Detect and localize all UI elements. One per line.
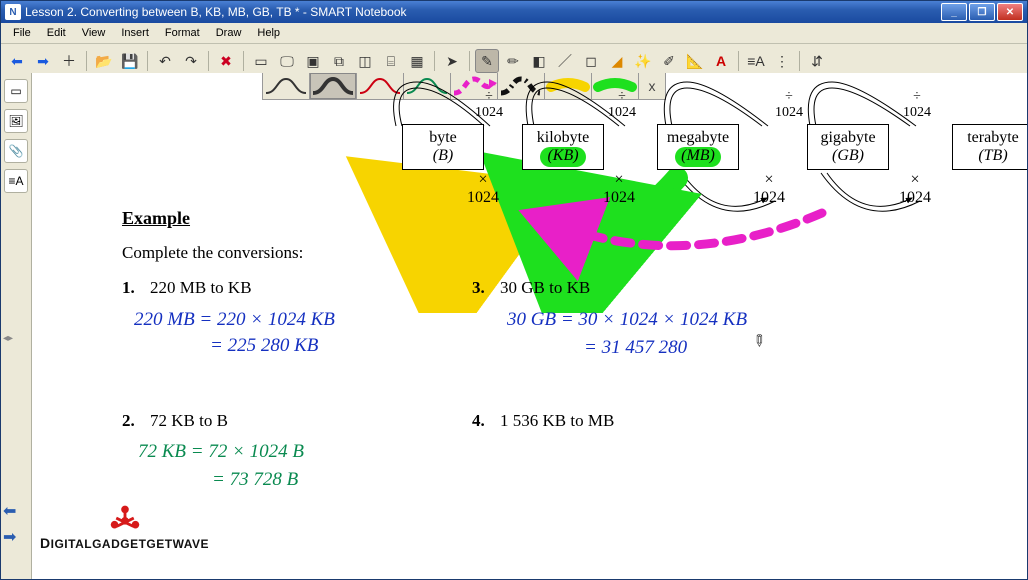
menu-file[interactable]: File <box>5 25 39 41</box>
q2-working-line1: 72 KB = 72 × 1024 B <box>138 441 304 463</box>
eraser-tool[interactable]: ◧ <box>527 49 551 73</box>
divide-label-3: ÷1024 <box>762 89 816 121</box>
q3-working-line1: 30 GB = 30 × 1024 × 1024 KB <box>507 309 747 331</box>
divide-label-4: ÷1024 <box>890 89 944 121</box>
menu-bar: File Edit View Insert Format Draw Help <box>1 23 1027 44</box>
example-subheading: Complete the conversions: <box>122 243 303 263</box>
q1-working-line2: = 225 280 KB <box>210 335 318 357</box>
multiply-label-3: ×1024 <box>742 171 796 207</box>
attachments-tab[interactable]: 📎 <box>4 139 28 163</box>
properties-tab[interactable]: ≡A <box>4 169 28 193</box>
prev-page-arrow-icon[interactable]: ⬅ <box>3 501 27 519</box>
page-sorter-tab[interactable]: ▭ <box>4 79 28 103</box>
doc-camera-button[interactable]: ◫ <box>353 49 377 73</box>
window-title: Lesson 2. Converting between B, KB, MB, … <box>25 5 407 19</box>
creative-pen-tool[interactable]: ✏ <box>501 49 525 73</box>
menu-edit[interactable]: Edit <box>39 25 74 41</box>
add-page-button[interactable]: ＋ <box>57 49 81 73</box>
watermark-text: IGITALGADGETGETWAVE <box>51 537 209 551</box>
app-window: N Lesson 2. Converting between B, KB, MB… <box>0 0 1028 580</box>
divide-label-2: ÷1024 <box>595 89 649 121</box>
q3-working-line2: = 31 457 280 <box>584 337 687 359</box>
screen-shade-button[interactable]: ▭ <box>249 49 273 73</box>
table-button[interactable]: ▦ <box>405 49 429 73</box>
capture-button[interactable]: ⧉ <box>327 49 351 73</box>
q1-working-line1: 220 MB = 220 × 1024 KB <box>134 309 335 331</box>
q2-working-line2: = 73 728 B <box>212 469 298 491</box>
unit-megabyte: megabyte (MB) <box>657 124 739 170</box>
move-toolbar-button[interactable]: ⇵ <box>805 49 829 73</box>
gallery-button[interactable]: ⋮ <box>770 49 794 73</box>
workspace: ▭ 🖼 📎 ≡A ◂▸ x <box>1 73 1027 579</box>
collapse-handle-icon[interactable]: ◂▸ <box>3 333 13 344</box>
unit-terabyte: terabyte(TB) <box>952 124 1027 170</box>
title-bar: N Lesson 2. Converting between B, KB, MB… <box>1 1 1027 23</box>
fill-tool[interactable]: ◢ <box>605 49 629 73</box>
minimize-button[interactable]: _ <box>941 3 967 21</box>
watermark-text-initial: D <box>40 535 51 551</box>
measurement-tool[interactable]: 📐 <box>683 49 707 73</box>
unit-gigabyte: gigabyte(GB) <box>807 124 889 170</box>
line-tool[interactable]: ／ <box>553 49 577 73</box>
save-button[interactable]: 💾 <box>118 49 142 73</box>
example-heading: Example <box>122 208 190 229</box>
unit-kilobyte: kilobyte (KB) <box>522 124 604 170</box>
question-4: 4.1 536 KB to MB <box>472 411 614 431</box>
properties-button[interactable]: ≡A <box>744 49 768 73</box>
text-tool[interactable]: A <box>709 49 733 73</box>
gallery-tab[interactable]: 🖼 <box>4 109 28 133</box>
dual-page-button[interactable]: ▣ <box>301 49 325 73</box>
watermark-logo-icon <box>106 503 144 533</box>
menu-format[interactable]: Format <box>157 25 208 41</box>
magic-pen-tool[interactable]: ✨ <box>631 49 655 73</box>
next-page-button[interactable]: ➡ <box>31 49 55 73</box>
multiply-label-4: ×1024 <box>888 171 942 207</box>
menu-view[interactable]: View <box>74 25 114 41</box>
pen-tool[interactable]: ✎ <box>475 49 499 73</box>
question-2: 2.72 KB to B <box>122 411 228 431</box>
next-page-arrow-icon[interactable]: ➡ <box>3 527 27 545</box>
full-screen-button[interactable]: 🖵 <box>275 49 299 73</box>
app-icon: N <box>5 4 21 20</box>
select-tool[interactable]: ➤ <box>440 49 464 73</box>
multiply-label-1: ×1024 <box>456 171 510 207</box>
question-1: 1.220 MB to KB <box>122 278 252 298</box>
page-canvas[interactable]: x <box>32 73 1027 579</box>
redo-button[interactable]: ↷ <box>179 49 203 73</box>
prev-page-button[interactable]: ⬅ <box>5 49 29 73</box>
menu-draw[interactable]: Draw <box>208 25 250 41</box>
menu-help[interactable]: Help <box>249 25 288 41</box>
maximize-button[interactable]: ❐ <box>969 3 995 21</box>
open-button[interactable]: 📂 <box>92 49 116 73</box>
diagram-arrows <box>32 73 1027 313</box>
shape-recognition-tool[interactable]: ✐ <box>657 49 681 73</box>
unit-byte: byte(B) <box>402 124 484 170</box>
question-3: 3.30 GB to KB <box>472 278 590 298</box>
undo-button[interactable]: ↶ <box>153 49 177 73</box>
lesson-content: ÷1024 ÷1024 ÷1024 ÷1024 byte(B) kilobyte… <box>32 73 1027 579</box>
menu-insert[interactable]: Insert <box>113 25 157 41</box>
pen-cursor-icon: ✎ <box>747 329 771 353</box>
close-button[interactable]: ✕ <box>997 3 1023 21</box>
divide-label-1: ÷1024 <box>462 89 516 121</box>
multiply-label-2: ×1024 <box>592 171 646 207</box>
shape-tool[interactable]: ◻ <box>579 49 603 73</box>
watermark: DIGITALGADGETGETWAVE <box>40 503 209 551</box>
insert-button[interactable]: ⌸ <box>379 49 403 73</box>
delete-button[interactable]: ✖ <box>214 49 238 73</box>
